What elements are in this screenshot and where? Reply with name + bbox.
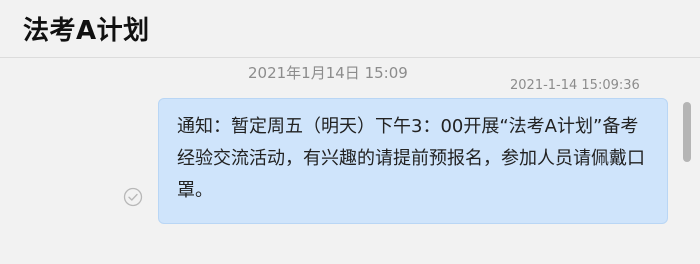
message-text: 通知：暂定周五（明天）下午3：00开展“法考A计划”备考经验交流活动，有兴趣的请… (177, 116, 645, 201)
message-list[interactable]: 2021年1月14日 15:09 2021-1-14 15:09:36 通知：暂… (0, 58, 700, 262)
scrollbar[interactable] (680, 96, 694, 264)
date-divider: 2021年1月14日 15:09 (248, 64, 408, 82)
message-bubble[interactable]: 通知：暂定周五（明天）下午3：00开展“法考A计划”备考经验交流活动，有兴趣的请… (158, 98, 668, 224)
chat-title: 法考A计划 (23, 16, 150, 46)
chat-header: 法考A计划 (0, 0, 700, 58)
message-timestamp: 2021-1-14 15:09:36 (510, 78, 640, 93)
check-circle-icon (123, 187, 143, 207)
scrollbar-thumb[interactable] (683, 102, 691, 162)
